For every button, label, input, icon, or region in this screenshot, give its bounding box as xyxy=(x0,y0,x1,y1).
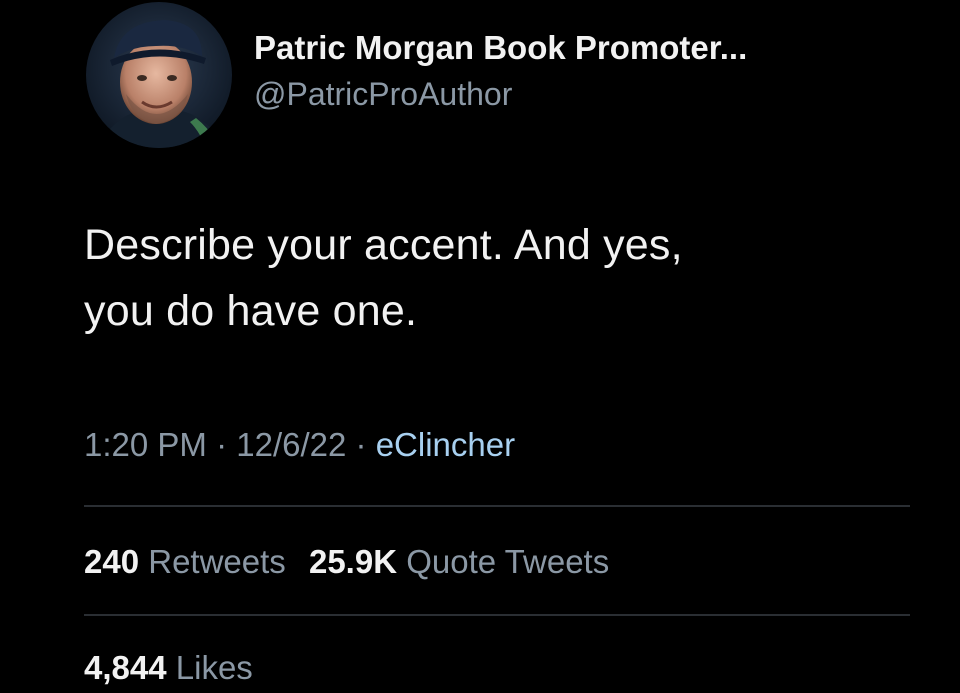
quote-tweets-stat[interactable]: 25.9K Quote Tweets xyxy=(309,540,609,584)
divider xyxy=(84,614,910,616)
engagement-stats: 240 Retweets 25.9K Quote Tweets xyxy=(84,540,623,584)
retweets-stat[interactable]: 240 Retweets xyxy=(84,540,286,584)
likes-count: 4,844 xyxy=(84,649,167,686)
likes-row: 4,844 Likes xyxy=(84,646,267,690)
author-block: Patric Morgan Book Promoter... @PatricPr… xyxy=(254,28,747,114)
tweet-meta: 1:20 PM · 12/6/22 · eClincher xyxy=(84,423,515,467)
quote-tweets-label: Quote Tweets xyxy=(406,543,610,580)
author-handle[interactable]: @PatricProAuthor xyxy=(254,74,747,114)
tweet-card: Patric Morgan Book Promoter... @PatricPr… xyxy=(0,0,960,693)
likes-stat[interactable]: 4,844 Likes xyxy=(84,646,253,690)
avatar[interactable] xyxy=(86,2,232,148)
author-display-name[interactable]: Patric Morgan Book Promoter... xyxy=(254,28,747,68)
tweet-text-line: Describe your accent. And yes, xyxy=(84,221,683,269)
divider xyxy=(84,505,910,507)
quote-tweets-count: 25.9K xyxy=(308,543,398,580)
tweet-text-line: you do have one. xyxy=(84,287,418,335)
meta-separator: · xyxy=(355,426,367,463)
retweets-label: Retweets xyxy=(148,543,286,580)
meta-separator: · xyxy=(216,426,228,463)
tweet-source-link[interactable]: eClincher xyxy=(376,426,515,463)
retweets-count: 240 xyxy=(84,543,140,580)
likes-label: Likes xyxy=(175,649,253,686)
tweet-text: Describe your accent. And yes, you do ha… xyxy=(84,212,904,344)
profile-photo xyxy=(86,2,232,148)
tweet-date[interactable]: 12/6/22 xyxy=(236,426,346,463)
tweet-time[interactable]: 1:20 PM xyxy=(84,426,207,463)
